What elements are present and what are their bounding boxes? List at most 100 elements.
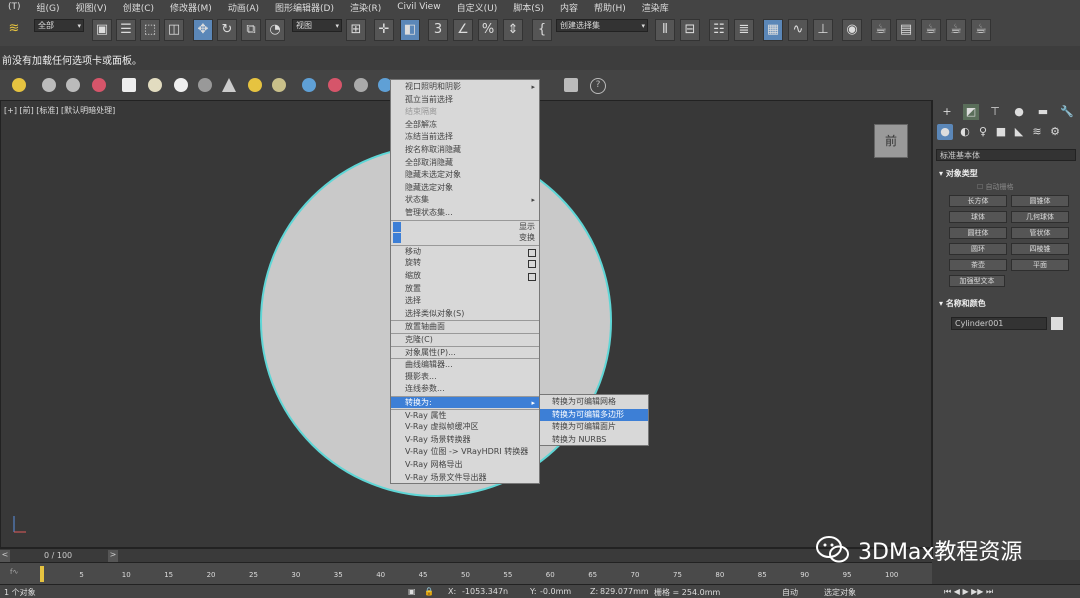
menu-item[interactable]: 视图(V) — [68, 1, 115, 14]
selection-filter-dropdown[interactable]: 全部 — [34, 19, 84, 32]
vray-plane-icon[interactable] — [122, 78, 136, 92]
window-crossing-icon[interactable]: ◫ — [164, 19, 184, 41]
object-type-button[interactable]: 球体 — [949, 211, 1007, 223]
percent-snap-icon[interactable]: % — [478, 19, 498, 41]
space-warps-icon[interactable]: ≋ — [1029, 124, 1045, 140]
curve-editor-icon[interactable]: ∿ — [788, 19, 808, 41]
context-menu-item[interactable]: 状态集 ▸ — [391, 194, 539, 206]
menu-item[interactable]: 动画(A) — [220, 1, 267, 14]
context-menu-item[interactable]: V-Ray 位图 -> VRayHDRI 转换器 — [391, 446, 539, 458]
menu-item[interactable]: 创建(C) — [115, 1, 162, 14]
viewcube[interactable]: 前 — [874, 124, 908, 158]
menu-item[interactable]: 图形编辑器(D) — [267, 1, 342, 14]
menu-item[interactable]: 自定义(U) — [449, 1, 506, 14]
display-tab-icon[interactable]: ▬ — [1035, 104, 1051, 120]
object-type-button[interactable]: 管状体 — [1011, 227, 1069, 239]
layers-icon[interactable]: ≋ — [4, 19, 24, 41]
settings-box-icon[interactable] — [528, 260, 536, 269]
select-object-icon[interactable]: ▣ — [92, 19, 112, 41]
context-menu-item[interactable]: 摄影表... — [391, 371, 539, 383]
submenu-item[interactable]: 转换为 NURBS — [540, 434, 648, 446]
name-color-header[interactable]: ▾ 名称和颜色 — [939, 298, 1079, 310]
context-menu-item[interactable]: V-Ray 场景文件导出器 — [391, 472, 539, 484]
selected-object-dropdown[interactable]: 选定对象 — [824, 587, 856, 598]
object-type-button[interactable]: 圆环 — [949, 243, 1007, 255]
auto-key-button[interactable]: 自动 — [782, 587, 798, 598]
menu-item[interactable]: 渲染库 — [634, 1, 677, 14]
object-name-input[interactable]: Cylinder001 — [951, 317, 1047, 330]
reference-coord-dropdown[interactable]: 视图 — [292, 19, 342, 32]
context-menu-item[interactable]: V-Ray 网格导出 — [391, 459, 539, 471]
context-menu-item[interactable]: 对象属性(P)... — [391, 345, 539, 358]
menu-item[interactable]: 脚本(S) — [505, 1, 552, 14]
track-bar-toggle-icon[interactable]: f∿ — [10, 568, 18, 576]
object-type-button[interactable]: 圆锥体 — [1011, 195, 1069, 207]
context-menu-item[interactable]: 放置 — [391, 283, 539, 295]
object-type-button[interactable]: 四棱锥 — [1011, 243, 1069, 255]
time-slider[interactable]: < > — [0, 548, 932, 563]
object-type-button[interactable]: 圆柱体 — [949, 227, 1007, 239]
help-icon[interactable]: ? — [590, 78, 606, 94]
select-rotate-icon[interactable]: ↻ — [217, 19, 237, 41]
menu-item[interactable]: (T) — [0, 2, 29, 12]
modify-tab-icon[interactable]: ◩ — [963, 104, 979, 120]
menu-item[interactable]: 渲染(R) — [342, 1, 389, 14]
autogrid-checkbox[interactable]: ☐ 自动栅格 — [977, 182, 1014, 192]
vray-proxy-icon[interactable] — [198, 78, 212, 92]
context-menu-item[interactable]: 缩放 — [391, 270, 539, 282]
render-setup-icon[interactable]: ☕ — [871, 19, 891, 41]
object-type-button[interactable]: 茶壶 — [949, 259, 1007, 271]
context-menu-item[interactable]: 放置轴曲面 — [391, 320, 539, 332]
rendered-frame-icon[interactable]: ▤ — [896, 19, 916, 41]
context-menu-item[interactable]: 全部解冻 — [391, 119, 539, 131]
object-type-header[interactable]: ▾ 对象类型 — [939, 168, 1079, 180]
vray-ies-icon[interactable] — [66, 78, 80, 92]
context-menu-item[interactable]: 选择 — [391, 295, 539, 307]
light-bulb-icon[interactable] — [12, 78, 26, 92]
menu-item[interactable]: Civil View — [389, 2, 448, 12]
context-menu-item[interactable]: 连线参数... — [391, 383, 539, 395]
vray-particle-icon[interactable] — [302, 78, 316, 92]
y-value[interactable]: -0.0mm — [540, 587, 571, 596]
category-dropdown[interactable]: 标准基本体 — [936, 149, 1076, 161]
context-menu-item[interactable]: 曲线编辑器... — [391, 358, 539, 370]
snaps-toggle-icon[interactable]: 3 — [428, 19, 448, 41]
context-menu-item[interactable]: V-Ray 虚拟帧缓冲区 — [391, 421, 539, 433]
schematic-view-icon[interactable]: ⊥ — [813, 19, 833, 41]
systems-icon[interactable]: ⚙ — [1047, 124, 1063, 140]
context-menu-item[interactable]: 结束隔离 — [391, 106, 539, 118]
vray-sun-icon[interactable] — [92, 78, 106, 92]
menu-item[interactable]: 修改器(M) — [162, 1, 220, 14]
context-menu-item[interactable]: 孤立当前选择 — [391, 94, 539, 106]
select-manipulate-icon[interactable]: ✛ — [374, 19, 394, 41]
select-scale-icon[interactable]: ⧉ — [241, 19, 261, 41]
context-menu-item[interactable]: 按名称取消隐藏 — [391, 144, 539, 156]
place-icon[interactable]: ◔ — [265, 19, 285, 41]
context-menu-item[interactable]: 隐藏选定对象 — [391, 182, 539, 194]
vray-mesh-icon[interactable] — [328, 78, 342, 92]
layer-explorer-icon[interactable]: ≣ — [734, 19, 754, 41]
settings-box-icon[interactable] — [528, 273, 536, 281]
vray-fur-icon[interactable] — [222, 78, 236, 92]
lock-icon[interactable]: 🔒 — [424, 587, 434, 596]
motion-tab-icon[interactable]: ● — [1011, 104, 1027, 120]
cameras-icon[interactable]: ■ — [993, 124, 1009, 140]
isolate-icon[interactable]: ▣ — [408, 587, 416, 596]
object-color-swatch[interactable] — [1051, 317, 1063, 330]
context-menu-item[interactable]: 视口照明和阴影 ▸ — [391, 81, 539, 93]
playback-controls[interactable]: ⏮ ◀ ▶ ▶▶ ⏭ — [944, 587, 993, 597]
hierarchy-tab-icon[interactable]: ⊤ — [987, 104, 1003, 120]
time-prev-icon[interactable]: < — [0, 550, 10, 562]
helpers-icon[interactable]: ◣ — [1011, 124, 1027, 140]
context-menu-item[interactable]: 变换 — [391, 232, 539, 244]
ribbon-toggle-icon[interactable]: ▦ — [763, 19, 783, 41]
x-value[interactable]: -1053.347n — [462, 587, 508, 596]
menu-item[interactable]: 内容 — [552, 1, 586, 14]
rect-select-region-icon[interactable]: ⬚ — [140, 19, 160, 41]
context-menu-item[interactable]: 隐藏未选定对象 — [391, 169, 539, 181]
context-menu-item[interactable]: V-Ray 属性 — [391, 408, 539, 421]
context-menu-item[interactable]: 移动 — [391, 244, 539, 257]
mirror-icon[interactable]: ⫴ — [655, 19, 675, 41]
settings-box-icon[interactable] — [528, 248, 536, 257]
context-menu-item[interactable]: V-Ray 场景转换器 — [391, 434, 539, 446]
